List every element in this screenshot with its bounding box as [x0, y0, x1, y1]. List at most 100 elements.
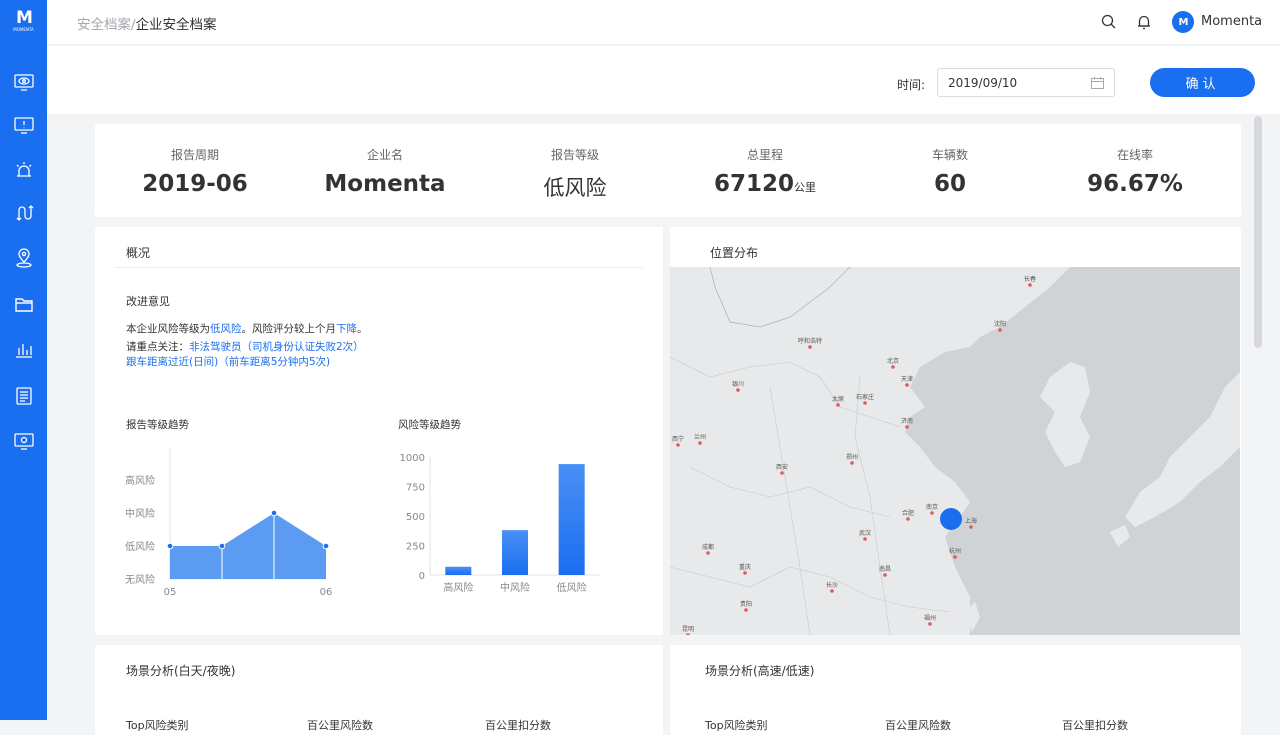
city-label: 长沙	[826, 581, 838, 589]
city-dot[interactable]	[930, 511, 934, 515]
y-tick-label: 500	[406, 512, 425, 523]
y-tick-label: 0	[419, 571, 425, 582]
page-scrollbar[interactable]	[1254, 116, 1262, 348]
x-tick-label: 中风险	[500, 581, 530, 594]
x-tick-label: 高风险	[443, 581, 473, 594]
momenta-logo[interactable]: M MOMENTA	[9, 10, 38, 36]
city-label: 南京	[926, 503, 938, 511]
stat-label: 企业名	[366, 148, 403, 162]
calendar-icon	[1091, 77, 1104, 89]
city-dot[interactable]	[1028, 283, 1032, 287]
city-dot[interactable]	[698, 441, 702, 445]
folder-icon[interactable]	[12, 292, 36, 316]
column-header: 百公里风险数	[307, 719, 373, 732]
data-point[interactable]	[322, 542, 330, 550]
city-dot[interactable]	[863, 537, 867, 541]
text: 。	[357, 323, 368, 335]
city-dot[interactable]	[969, 525, 973, 529]
overview-title: 概况	[126, 246, 151, 260]
route-icon[interactable]	[12, 201, 36, 225]
location-bubble[interactable]	[940, 508, 962, 530]
x-tick-label: 06	[320, 587, 333, 598]
sidebar: M MOMENTA	[0, 0, 47, 720]
y-tick-label: 250	[406, 542, 425, 553]
bar[interactable]	[558, 464, 585, 575]
report-level-trend-chart: 无风险 低风险 中风险 高风险 05 06	[125, 447, 333, 598]
city-dot[interactable]	[743, 571, 747, 575]
location-pin-icon[interactable]	[12, 246, 36, 270]
city-dot[interactable]	[883, 573, 887, 577]
column-header: 百公里扣分数	[485, 719, 551, 732]
report-level-trend-title: 报告等级趋势	[126, 419, 189, 431]
city-label: 西安	[776, 463, 788, 471]
date-picker-input[interactable]: 2019/09/10	[937, 68, 1115, 97]
eye-monitor-icon[interactable]	[12, 70, 36, 94]
alarm-light-icon[interactable]	[12, 158, 36, 182]
city-dot[interactable]	[906, 517, 910, 521]
focus-item-link[interactable]: 跟车距离过近(日间)（前车距离5分钟内5次)	[126, 354, 330, 369]
city-label: 呼和浩特	[798, 337, 822, 345]
filter-bar: 时间: 2019/09/10 确认	[47, 46, 1280, 114]
city-dot[interactable]	[928, 622, 932, 626]
stat-label: 在线率	[1116, 148, 1153, 162]
city-dot[interactable]	[905, 425, 909, 429]
bar[interactable]	[445, 566, 472, 575]
city-label: 成都	[702, 543, 714, 551]
city-dot[interactable]	[736, 388, 740, 392]
x-tick-label: 05	[164, 587, 177, 598]
bar[interactable]	[502, 530, 528, 575]
city-label: 杭州	[949, 547, 961, 555]
alert-screen-icon[interactable]	[12, 113, 36, 137]
city-dot[interactable]	[676, 443, 680, 447]
scene-analysis-day-night-card: 场景分析(白天/夜晚) Top风险类别 百公里风险数 百公里扣分数	[95, 645, 663, 735]
china-map[interactable]: 长春 沈阳 呼和浩特 北京 天津 银川 太原 石家庄 济南 兰州 西宁 郑州 西安 合肥 南京 上海 武汉 成都杭…	[670, 267, 1240, 635]
city-dot[interactable]	[998, 328, 1002, 332]
city-label: 昆明	[682, 626, 694, 633]
top-header: 安全档案/企业安全档案 M Momenta	[47, 0, 1280, 45]
city-label: 郑州	[846, 453, 858, 461]
city-dot[interactable]	[830, 589, 834, 593]
text: 请重点关注：	[126, 341, 189, 353]
stat-value: 2019-06	[142, 171, 248, 197]
city-dot[interactable]	[808, 345, 812, 349]
city-label: 贵阳	[740, 600, 752, 608]
breadcrumb: 安全档案/企业安全档案	[77, 13, 217, 33]
text: 。风险评分较上个月	[241, 323, 337, 335]
confirm-button[interactable]: 确认	[1150, 68, 1255, 97]
city-dot[interactable]	[905, 383, 909, 387]
username[interactable]: Momenta	[1201, 14, 1262, 29]
city-label: 银川	[732, 380, 744, 388]
stat-label: 报告周期	[170, 148, 219, 162]
bar-chart-icon[interactable]	[12, 338, 36, 362]
city-label: 合肥	[902, 509, 914, 517]
city-dot[interactable]	[891, 365, 895, 369]
trend-text: 下降	[336, 323, 357, 335]
search-icon[interactable]	[1099, 12, 1119, 32]
column-header: Top风险类别	[126, 719, 189, 732]
breadcrumb-root[interactable]: 安全档案	[77, 17, 131, 33]
city-dot[interactable]	[744, 608, 748, 612]
avatar[interactable]: M	[1172, 11, 1194, 33]
focus-item-link[interactable]: 非法驾驶员（司机身份认证失败2次）	[189, 341, 364, 353]
scene-analysis-day-night-title: 场景分析(白天/夜晚)	[126, 664, 236, 678]
city-dot[interactable]	[850, 461, 854, 465]
column-header: Top风险类别	[705, 719, 768, 732]
city-dot[interactable]	[953, 555, 957, 559]
data-point[interactable]	[270, 509, 278, 517]
city-dot[interactable]	[863, 401, 867, 405]
city-dot[interactable]	[706, 551, 710, 555]
data-point[interactable]	[218, 542, 226, 550]
data-point[interactable]	[166, 542, 174, 550]
bell-icon[interactable]	[1134, 12, 1154, 32]
city-dot[interactable]	[780, 471, 784, 475]
display-monitor-icon[interactable]	[12, 429, 36, 453]
advice-focus: 请重点关注：非法驾驶员（司机身份认证失败2次）	[126, 339, 364, 354]
stat-label: 报告等级	[550, 148, 599, 162]
city-label: 太原	[832, 395, 844, 403]
stat-label: 总里程	[746, 148, 783, 162]
stat-label: 车辆数	[931, 148, 968, 162]
y-tick-label: 高风险	[125, 474, 155, 487]
document-list-icon[interactable]	[12, 384, 36, 408]
city-dot[interactable]	[836, 403, 840, 407]
divider	[115, 267, 643, 268]
